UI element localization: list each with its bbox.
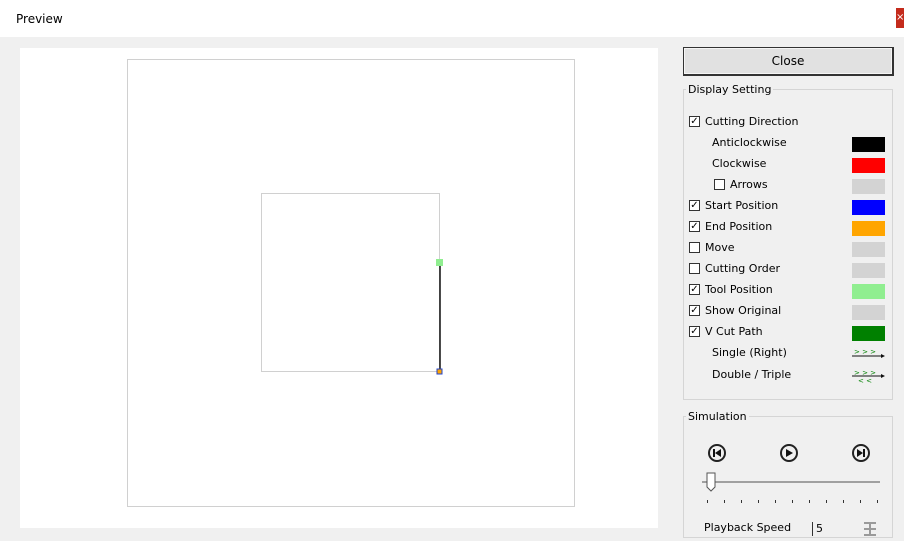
simulation-slider-track[interactable] <box>702 481 880 483</box>
single-right-label: Single (Right) <box>712 346 787 359</box>
simulation-legend: Simulation <box>688 410 747 423</box>
slider-tick <box>860 500 861 503</box>
material-boundary <box>127 59 575 507</box>
show-original-checkbox[interactable]: ✓ <box>689 305 700 316</box>
display-row-tool-position[interactable]: ✓ Tool Position <box>684 281 892 299</box>
slider-tick <box>758 500 759 503</box>
move-label: Move <box>705 241 735 254</box>
slider-tick <box>877 500 878 503</box>
display-row-cutting-order[interactable]: Cutting Order <box>684 260 892 278</box>
simulation-slider-thumb[interactable] <box>706 472 716 492</box>
display-setting-group: Display Setting ✓ Cutting Direction Anticl… <box>683 83 893 400</box>
arrows-color-swatch[interactable] <box>852 179 885 194</box>
display-row-clockwise: Clockwise <box>684 155 892 173</box>
tool-position-color-swatch[interactable] <box>852 284 885 299</box>
playback-speed-value[interactable]: 5 <box>816 522 823 535</box>
display-setting-legend: Display Setting <box>688 83 772 96</box>
tool-position-label: Tool Position <box>705 283 773 296</box>
end-position-label: End Position <box>705 220 773 233</box>
v-cut-path-color-swatch[interactable] <box>852 326 885 341</box>
arrows-label: Arrows <box>730 178 768 191</box>
skip-to-end-icon[interactable] <box>852 444 870 462</box>
display-row-single-right: Single (Right) > > > <box>684 344 892 362</box>
svg-text:> > >: > > > <box>854 348 876 356</box>
start-position-checkbox[interactable]: ✓ <box>689 200 700 211</box>
v-cut-path-checkbox[interactable]: ✓ <box>689 326 700 337</box>
clockwise-label: Clockwise <box>712 157 767 170</box>
display-row-cutting-direction[interactable]: ✓ Cutting Direction <box>684 113 892 131</box>
display-row-end-position[interactable]: ✓ End Position <box>684 218 892 236</box>
slider-tick <box>775 500 776 503</box>
cutting-order-label: Cutting Order <box>705 262 781 275</box>
slider-tick <box>741 500 742 503</box>
slider-tick <box>724 500 725 503</box>
slider-tick <box>826 500 827 503</box>
anticlockwise-label: Anticlockwise <box>712 136 787 149</box>
double-triple-label: Double / Triple <box>712 368 792 381</box>
playback-speed-spinner-icon[interactable] <box>862 521 878 537</box>
v-cut-path-label: V Cut Path <box>705 325 763 338</box>
move-color-swatch[interactable] <box>852 242 885 257</box>
window-close-icon[interactable]: × <box>896 8 904 28</box>
preview-drawing <box>127 59 575 507</box>
tool-position-marker <box>436 259 443 266</box>
display-row-show-original[interactable]: ✓ Show Original <box>684 302 892 320</box>
cutting-order-color-swatch[interactable] <box>852 263 885 278</box>
svg-text:> > >: > > > <box>854 369 876 377</box>
display-row-v-cut-path[interactable]: ✓ V Cut Path <box>684 323 892 341</box>
skip-to-start-icon[interactable] <box>708 444 726 462</box>
playback-speed-label: Playback Speed <box>704 521 792 534</box>
start-position-marker <box>436 368 443 375</box>
preview-canvas[interactable] <box>20 48 658 528</box>
double-vcut-pattern-icon: > > >< < <box>852 369 885 384</box>
window-title: Preview <box>16 12 63 26</box>
cutting-order-checkbox[interactable] <box>689 263 700 274</box>
display-row-start-position[interactable]: ✓ Start Position <box>684 197 892 215</box>
start-position-color-swatch[interactable] <box>852 200 885 215</box>
simulation-group: Simulation Playback Speed 5 <box>683 410 893 538</box>
show-original-label: Show Original <box>705 304 782 317</box>
anticlockwise-color-swatch[interactable] <box>852 137 885 152</box>
display-row-anticlockwise: Anticlockwise <box>684 134 892 152</box>
clockwise-color-swatch[interactable] <box>852 158 885 173</box>
slider-tick <box>843 500 844 503</box>
svg-text:< <: < < <box>858 377 872 384</box>
title-bar: Preview × <box>0 0 904 37</box>
slider-tick <box>809 500 810 503</box>
playback-speed-caret <box>812 522 813 536</box>
show-original-color-swatch[interactable] <box>852 305 885 320</box>
end-position-checkbox[interactable]: ✓ <box>689 221 700 232</box>
display-row-move[interactable]: Move <box>684 239 892 257</box>
close-button[interactable]: Close <box>683 47 894 76</box>
play-icon[interactable] <box>780 444 798 462</box>
cutting-direction-label: Cutting Direction <box>705 115 799 128</box>
move-checkbox[interactable] <box>689 242 700 253</box>
tool-position-checkbox[interactable]: ✓ <box>689 284 700 295</box>
display-row-arrows[interactable]: Arrows <box>684 176 892 194</box>
start-position-label: Start Position <box>705 199 779 212</box>
slider-tick <box>707 500 708 503</box>
arrows-checkbox[interactable] <box>714 179 725 190</box>
display-row-double-triple: Double / Triple > > > < < <box>684 366 892 384</box>
slider-tick <box>792 500 793 503</box>
end-position-color-swatch[interactable] <box>852 221 885 236</box>
cutting-direction-checkbox[interactable]: ✓ <box>689 116 700 127</box>
single-vcut-pattern-icon: > > > <box>852 348 885 358</box>
